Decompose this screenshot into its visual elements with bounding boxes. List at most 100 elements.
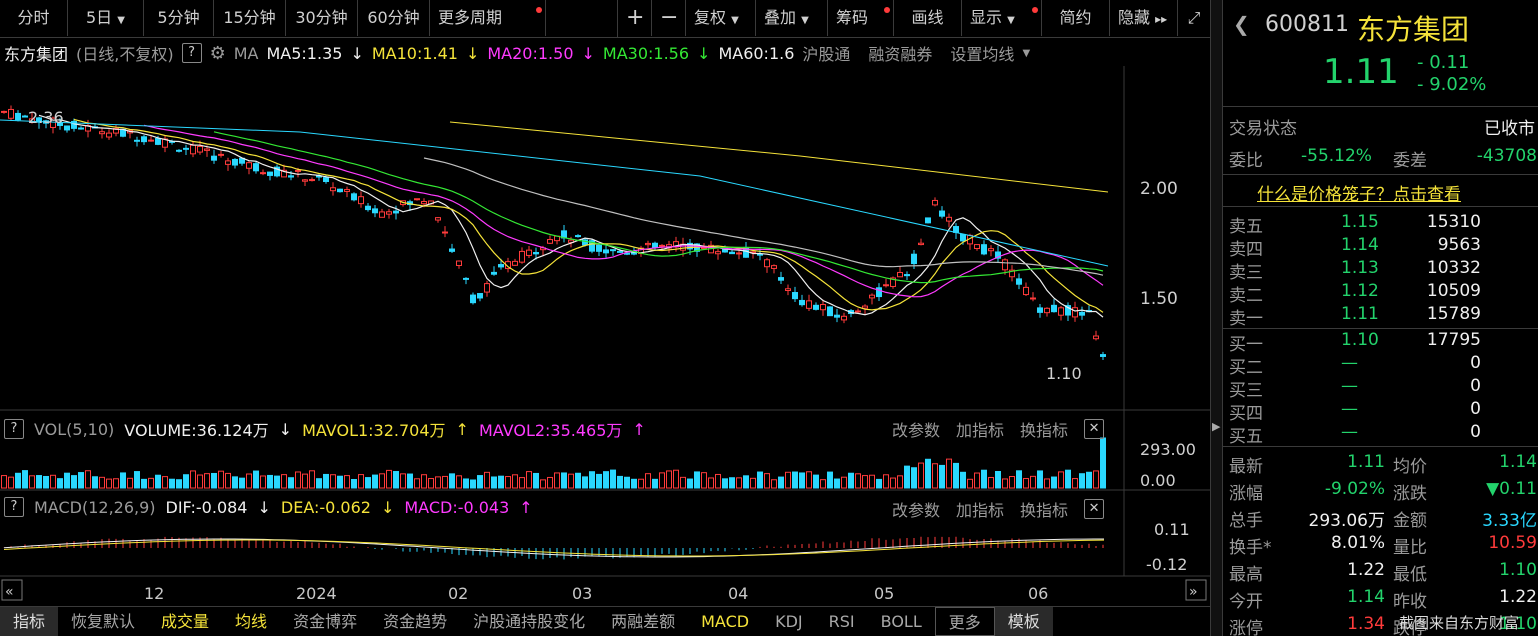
candle-body: [421, 201, 427, 205]
tab-restore-default[interactable]: 恢复默认: [58, 607, 148, 636]
volume-title: VOL(5,10): [34, 419, 115, 439]
level-label: 卖三: [1229, 263, 1263, 283]
zoom-in-button[interactable]: +: [618, 0, 652, 36]
price-cage-link[interactable]: 什么是价格笼子？点击查看: [1257, 180, 1461, 205]
help-icon[interactable]: ?: [4, 419, 24, 439]
candle-body: [351, 193, 357, 201]
period-tab-timeshare[interactable]: 分时: [0, 0, 68, 36]
candle-body: [78, 127, 84, 130]
stat-label: 最低: [1393, 565, 1427, 585]
tab-volume[interactable]: 成交量: [148, 607, 222, 636]
period-tab-15min[interactable]: 15分钟: [214, 0, 286, 36]
order-book-row[interactable]: 卖二 1.12 10509: [1223, 281, 1538, 306]
tab-boll[interactable]: BOLL: [868, 607, 935, 636]
candle-body: [1023, 286, 1029, 296]
kline-chart[interactable]: 2.00 1.50 2.36 1.10 293.00 0.00 0.11 -0.…: [0, 66, 1210, 606]
tab-hk-holding[interactable]: 沪股通持股变化: [460, 607, 598, 636]
candle-body: [8, 108, 14, 119]
side-collapse-handle[interactable]: ▶: [1210, 0, 1222, 636]
candle-body: [1, 110, 7, 113]
overlay-button[interactable]: 叠加 ▼: [756, 0, 828, 36]
simple-button[interactable]: 简约: [1042, 0, 1110, 36]
dea-line: [3, 539, 1105, 557]
candle-body: [960, 233, 966, 242]
stat-row: 今开 1.14 昨收 1.22: [1223, 587, 1538, 612]
adjust-button[interactable]: 复权 ▼: [686, 0, 756, 36]
period-tab-5min[interactable]: 5分钟: [144, 0, 214, 36]
volume-bar: [904, 465, 910, 489]
stat-value: 1.22: [1499, 587, 1537, 607]
order-book-row[interactable]: 卖一 1.11 15789: [1223, 304, 1538, 329]
back-chevron-icon[interactable]: ❮: [1233, 12, 1250, 36]
switch-indicator-button[interactable]: 换指标: [1020, 417, 1068, 441]
level-volume: 15789: [1426, 304, 1481, 324]
draw-line-button[interactable]: 画线: [894, 0, 962, 36]
order-book-row[interactable]: 买二 — 0: [1223, 353, 1538, 378]
candle-body: [869, 294, 875, 299]
close-icon[interactable]: ✕: [1084, 499, 1105, 519]
zoom-out-button[interactable]: −: [652, 0, 686, 36]
hide-button[interactable]: 隐藏 ▸▸: [1110, 0, 1178, 36]
display-button[interactable]: 显示 ▼: [962, 0, 1042, 36]
add-indicator-button[interactable]: 加指标: [956, 417, 1004, 441]
chip-button[interactable]: 筹码: [828, 0, 894, 36]
link-set-ma[interactable]: 设置均线: [950, 41, 1014, 65]
switch-indicator-button[interactable]: 换指标: [1020, 497, 1068, 521]
order-book-row[interactable]: 卖五 1.15 15310: [1223, 212, 1538, 237]
candle-body: [323, 177, 329, 182]
period-tab-5day[interactable]: 5日 ▼: [68, 0, 144, 36]
level-label: 买二: [1229, 358, 1263, 378]
tab-indicators[interactable]: 指标: [0, 607, 59, 636]
scroll-right-button[interactable]: »: [1185, 579, 1207, 601]
order-book-row[interactable]: 买一 1.10 17795: [1223, 330, 1538, 355]
more-periods-button[interactable]: 更多周期: [430, 0, 546, 36]
volume-bar: [792, 471, 798, 489]
volume-bar: [22, 470, 28, 489]
stat-label: 最新: [1229, 457, 1263, 477]
tab-kdj[interactable]: KDJ: [762, 607, 816, 636]
tab-macd[interactable]: MACD: [688, 607, 762, 636]
candle-body: [484, 283, 490, 293]
candle-body: [799, 299, 805, 306]
help-icon[interactable]: ?: [4, 497, 24, 517]
tab-template[interactable]: 模板: [994, 607, 1053, 636]
order-book-row[interactable]: 买四 — 0: [1223, 399, 1538, 424]
order-book-row[interactable]: 买三 — 0: [1223, 376, 1538, 401]
gear-icon[interactable]: ⚙: [210, 43, 226, 64]
tab-ma[interactable]: 均线: [222, 607, 280, 636]
volume-bar: [470, 479, 476, 489]
tab-rsi[interactable]: RSI: [816, 607, 868, 636]
tab-more[interactable]: 更多: [934, 607, 995, 636]
tab-fund-trend[interactable]: 资金趋势: [370, 607, 460, 636]
volume-panel-header: ? VOL(5,10) VOLUME:36.124万 ↓ MAVOL1:32.70…: [4, 417, 646, 441]
candle-body: [99, 131, 105, 135]
period-tab-60min[interactable]: 60分钟: [358, 0, 430, 36]
level-price: —: [1341, 376, 1358, 396]
tab-margin-diff[interactable]: 两融差额: [598, 607, 688, 636]
link-hk-connect[interactable]: 沪股通: [802, 41, 850, 65]
close-icon[interactable]: ✕: [1084, 419, 1105, 439]
stat-label: 金额: [1393, 511, 1427, 531]
link-margin[interactable]: 融资融券: [868, 41, 932, 65]
fullscreen-icon[interactable]: ⤢: [1178, 0, 1210, 36]
stat-value: 1.11: [1347, 452, 1385, 472]
volume-bar: [1100, 437, 1106, 489]
period-tab-30min[interactable]: 30分钟: [286, 0, 358, 36]
volume-bar: [547, 476, 553, 489]
candle-body: [974, 244, 980, 250]
scroll-left-button[interactable]: «: [1, 579, 23, 601]
macd-panel-header: ? MACD(12,26,9) DIF:-0.084 ↓ DEA:-0.062 ↓ …: [4, 497, 533, 517]
candle-body: [260, 172, 266, 175]
stat-label: 量比: [1393, 538, 1427, 558]
trade-status-label: 交易状态: [1229, 119, 1297, 139]
change-params-button[interactable]: 改参数: [892, 417, 940, 441]
order-book-row[interactable]: 卖三 1.13 10332: [1223, 258, 1538, 283]
order-book-row[interactable]: 买五 — 0: [1223, 422, 1538, 447]
order-book-row[interactable]: 卖四 1.14 9563: [1223, 235, 1538, 260]
tab-fund-game[interactable]: 资金博弈: [280, 607, 370, 636]
change-params-button[interactable]: 改参数: [892, 497, 940, 521]
volume-bar: [736, 477, 742, 489]
add-indicator-button[interactable]: 加指标: [956, 497, 1004, 521]
candle-body: [1002, 259, 1008, 271]
help-icon[interactable]: ?: [181, 43, 202, 63]
